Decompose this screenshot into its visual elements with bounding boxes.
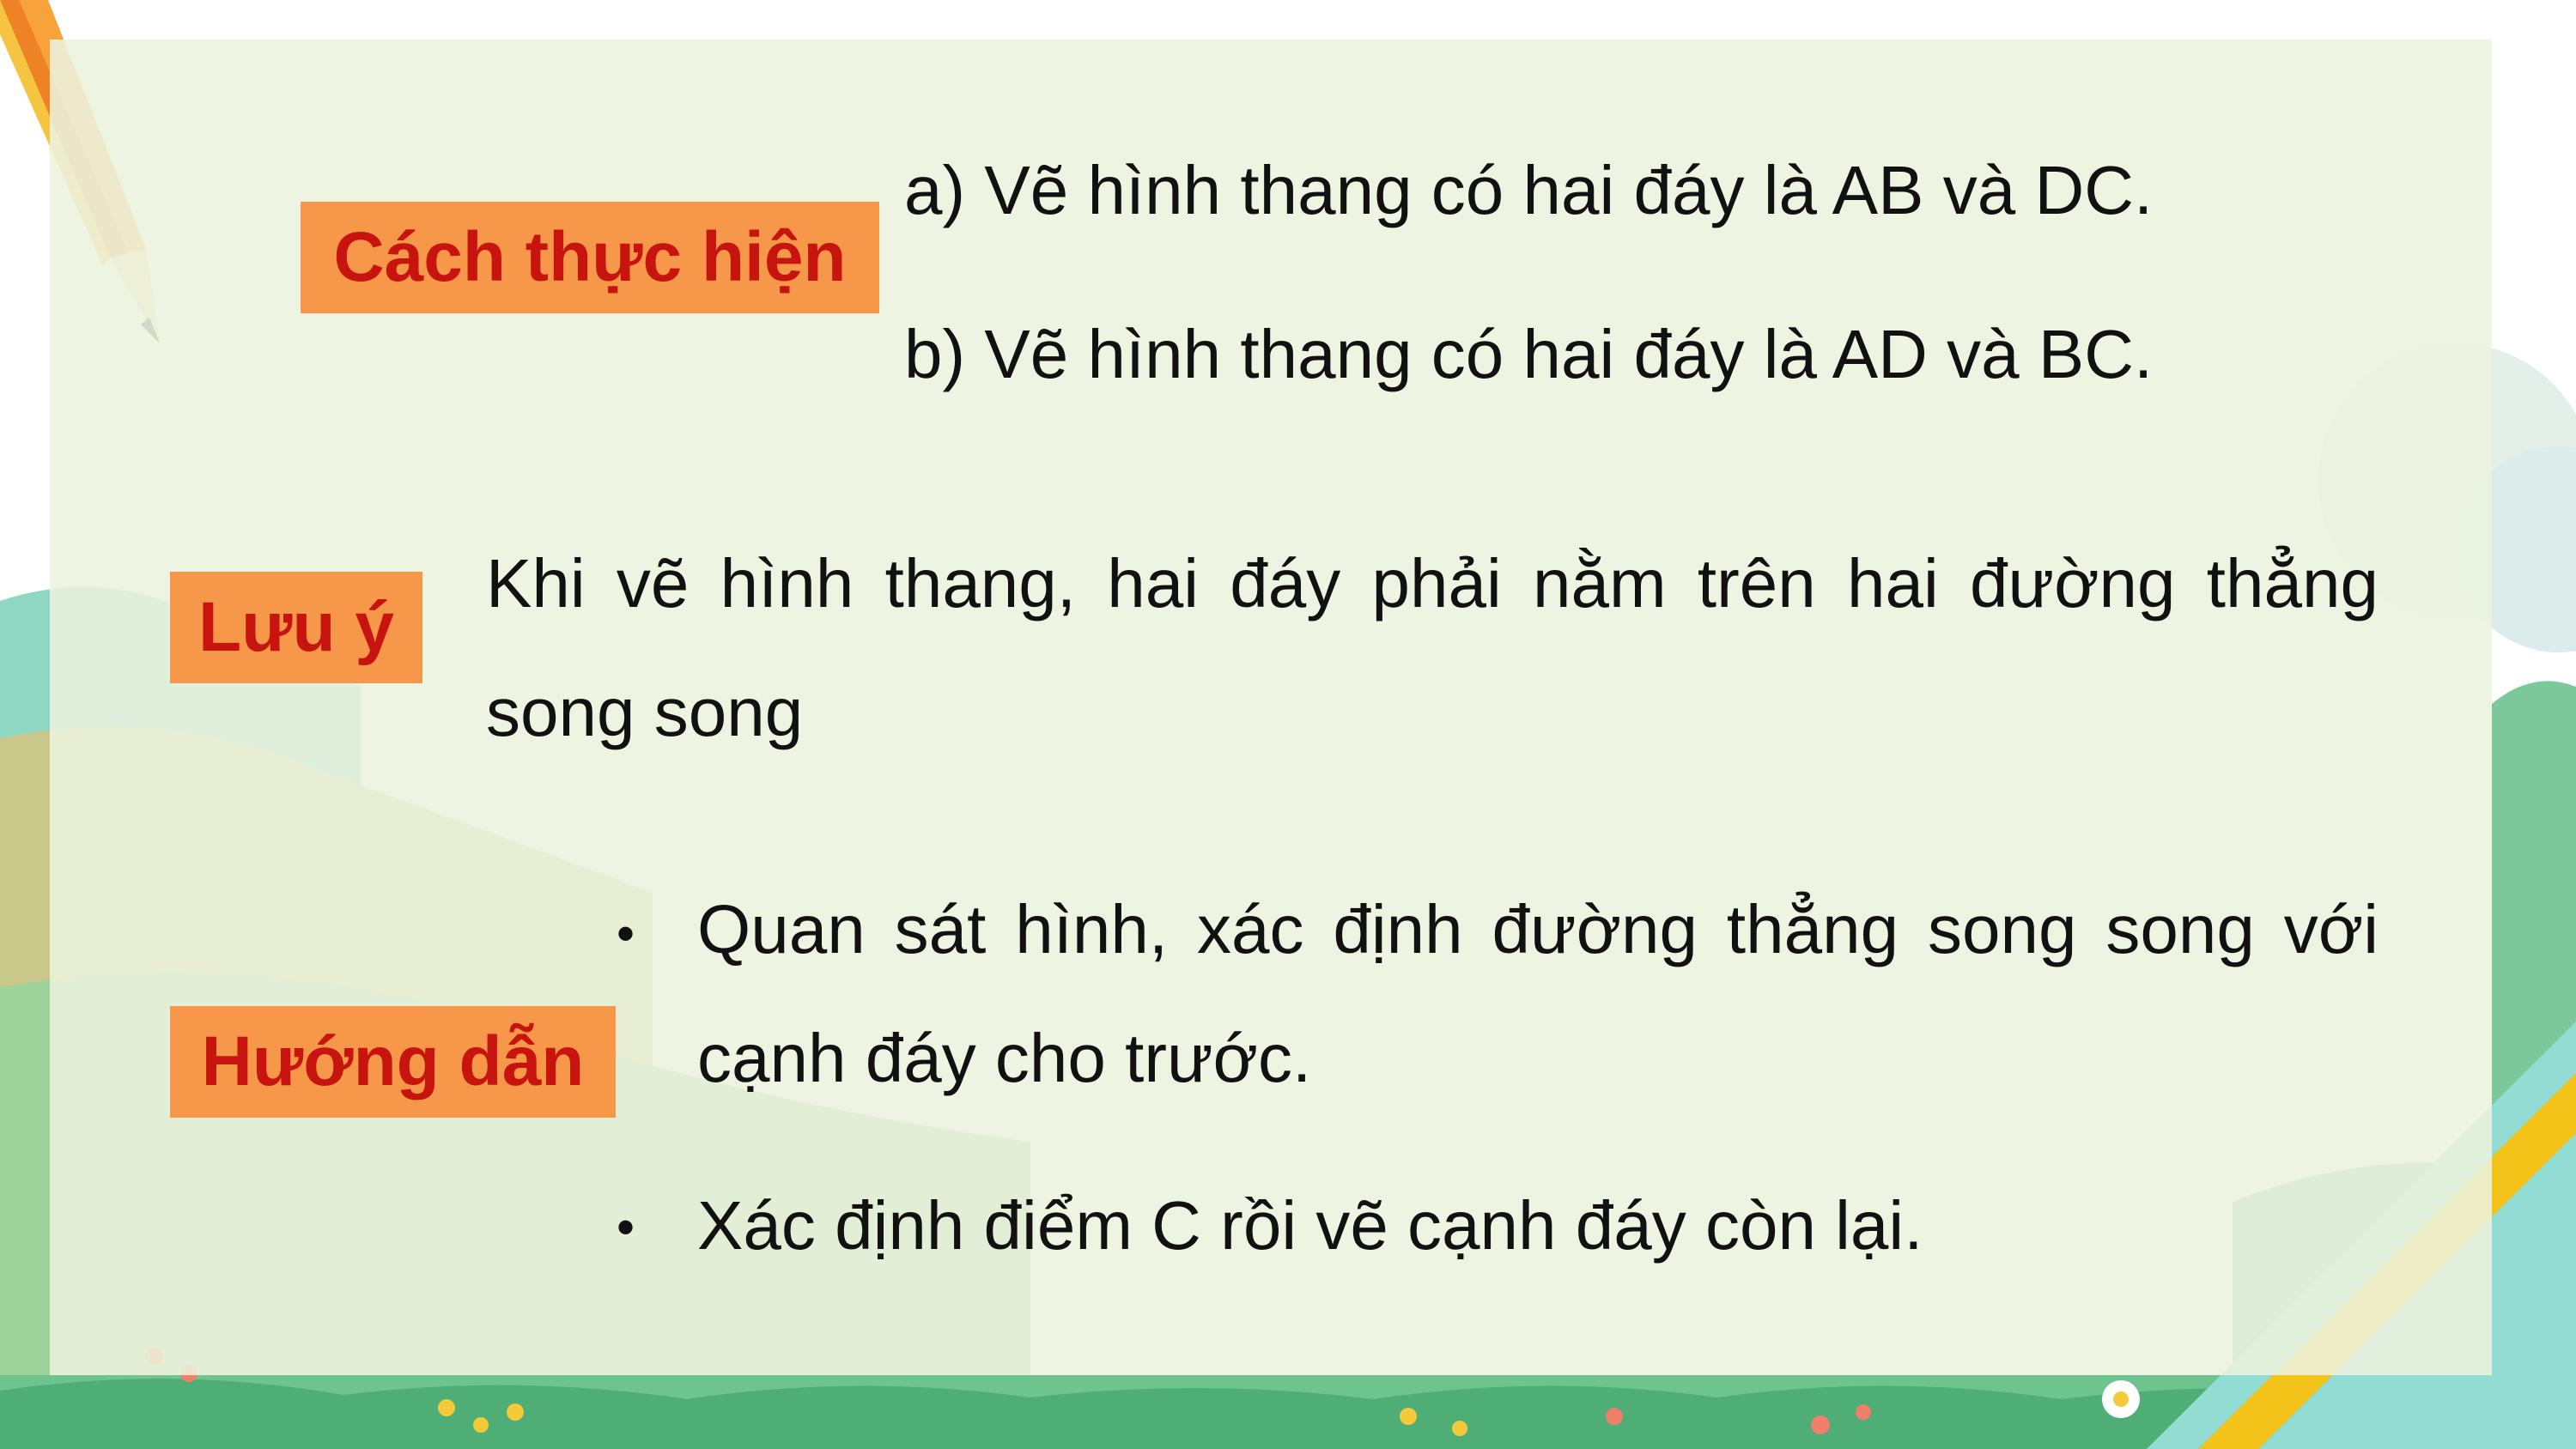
step-b-text: b) Vẽ hình thang có hai đáy là AD và BC.	[904, 316, 2154, 392]
guide-item-2: Xác định điểm C rồi vẽ cạnh đáy còn lại.	[697, 1187, 1923, 1264]
label-luu-y: Lưu ý	[170, 572, 422, 683]
guide-bullet-2: •	[617, 1198, 635, 1256]
step-a-text: a) Vẽ hình thang có hai đáy là AB và DC.	[904, 152, 2154, 228]
note-text: Khi vẽ hình thang, hai đáy phải nằm trên…	[486, 545, 2379, 750]
label-cach-thuc-hien: Cách thực hiện	[301, 202, 879, 313]
guide-item-1: Quan sát hình, xác định đường thẳng song…	[697, 891, 2379, 1096]
label-huong-dan: Hướng dẫn	[170, 1006, 616, 1118]
guide-bullet-1: •	[617, 905, 635, 962]
